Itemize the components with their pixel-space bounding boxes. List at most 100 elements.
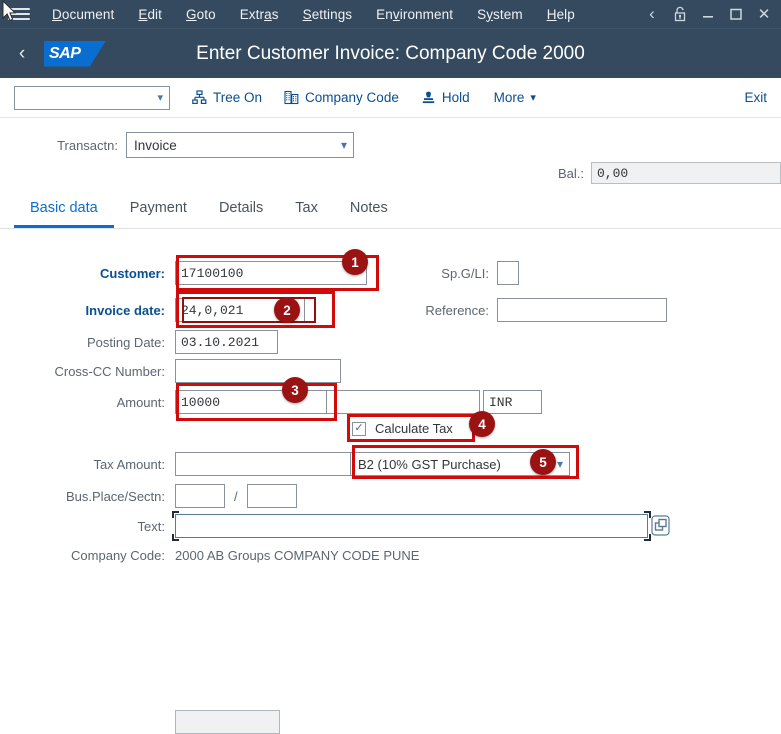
menu-item-extras[interactable]: Extras [228, 4, 291, 25]
text-label: Text: [137, 518, 165, 534]
sap-logo: SAP [44, 40, 106, 67]
posting-date-label: Posting Date: [86, 334, 165, 350]
hold-button[interactable]: Hold [421, 90, 470, 105]
text-field[interactable] [175, 514, 648, 538]
posting-date-field[interactable]: 03.10.2021 [175, 330, 278, 354]
more-label: More [493, 90, 525, 105]
tab-details[interactable]: Details [203, 196, 279, 228]
menu-bar: Document Edit Goto Extras Settings Envir… [0, 0, 781, 28]
tax-code-value: B2 (10% GST Purchase) [358, 456, 501, 472]
window-controls: ‹ ✕ [639, 0, 777, 28]
toolbar: ▾ Tree On Company Code Hold More ▾ Exit [0, 78, 781, 118]
bus-place-label: Bus.Place/Sectn: [66, 488, 165, 504]
customer-field[interactable]: 17100100 [175, 261, 367, 285]
company-code-button[interactable]: Company Code [284, 90, 399, 105]
form-content: Transactn: Invoice ▾ Bal.: 0,00 Basic da… [0, 118, 781, 734]
balance-label: Bal.: [557, 165, 584, 181]
tax-amount-label: Tax Amount: [93, 456, 165, 472]
transaction-row: Transactn: Invoice ▾ [0, 132, 354, 158]
value-help-icon[interactable] [651, 515, 670, 536]
hold-label: Hold [441, 90, 470, 105]
amount-extra-field[interactable] [327, 390, 480, 414]
toolbar-select[interactable]: ▾ [14, 85, 170, 110]
annotation-badge-1: 1 [342, 249, 368, 275]
annotation-badge-2: 2 [274, 297, 300, 323]
transaction-value: Invoice [134, 137, 177, 153]
invoice-date-row: Invoice date: 24,0,021 Reference: [0, 298, 667, 322]
sap-application-window: Document Edit Goto Extras Settings Envir… [0, 0, 781, 734]
stamp-icon [421, 90, 436, 105]
minimize-icon[interactable] [695, 1, 721, 27]
annotation-badge-4: 4 [469, 411, 495, 437]
menu-item-document[interactable]: Document [40, 4, 126, 25]
customer-row: Customer: 17100100 Sp.G/LI: [0, 261, 519, 285]
focus-corner-br [644, 534, 651, 541]
menu-item-settings[interactable]: Settings [291, 4, 365, 25]
reference-field[interactable] [497, 298, 667, 322]
balance-value: 0,00 [591, 162, 781, 184]
clipped-bottom-row [175, 710, 280, 734]
tax-amount-row: Tax Amount: B2 (10% GST Purchase) ▾ [0, 452, 570, 476]
clipped-bottom-field[interactable] [175, 710, 280, 734]
calculate-tax-row: ✓ Calculate Tax [352, 421, 453, 436]
lock-icon[interactable] [667, 1, 693, 27]
tree-on-label: Tree On [213, 90, 263, 105]
menu-items: Document Edit Goto Extras Settings Envir… [40, 4, 587, 25]
tree-on-button[interactable]: Tree On [192, 90, 262, 105]
bus-section-field[interactable] [246, 484, 297, 508]
posting-date-row: Posting Date: 03.10.2021 [0, 330, 278, 354]
back-chevron-icon[interactable]: ‹ [639, 1, 665, 27]
menu-item-help[interactable]: Help [535, 4, 587, 25]
more-button[interactable]: More ▾ [494, 90, 536, 105]
sap-logo-text: SAP [49, 44, 81, 62]
menu-item-goto[interactable]: Goto [174, 4, 228, 25]
amount-row: Amount: 10000 INR [0, 390, 542, 414]
tab-tax[interactable]: Tax [279, 196, 334, 228]
company-code-label-button: Company Code [305, 90, 399, 105]
menu-item-edit[interactable]: Edit [126, 4, 174, 25]
header-back-icon[interactable]: ‹ [0, 43, 44, 65]
checkmark-icon: ✓ [354, 422, 364, 434]
chevron-down-icon: ▾ [340, 138, 347, 152]
chevron-down-icon: ▾ [556, 457, 563, 471]
balance-row: Bal.: 0,00 [558, 162, 781, 184]
exit-button[interactable]: Exit [744, 90, 767, 105]
menu-item-environment[interactable]: Environment [364, 4, 465, 25]
tax-amount-field[interactable] [175, 452, 351, 476]
bus-place-separator: / [234, 488, 238, 504]
transaction-select[interactable]: Invoice ▾ [126, 132, 354, 158]
customer-label: Customer: [99, 265, 165, 281]
currency-field[interactable]: INR [483, 390, 542, 414]
hamburger-menu-icon[interactable] [8, 6, 30, 22]
bus-place-row: Bus.Place/Sectn: / [0, 484, 297, 508]
focus-corner-tr [644, 511, 651, 518]
tab-basic-data[interactable]: Basic data [14, 196, 114, 228]
reference-label: Reference: [425, 302, 489, 318]
company-code-row: Company Code: 2000 AB Groups COMPANY COD… [0, 548, 419, 563]
calculate-tax-checkbox[interactable]: ✓ [352, 421, 366, 436]
spgl-field[interactable] [497, 261, 519, 285]
tree-icon [192, 90, 207, 105]
menu-item-system[interactable]: System [465, 4, 535, 25]
tab-payment[interactable]: Payment [114, 196, 203, 228]
building-icon [284, 90, 299, 105]
invoice-date-label: Invoice date: [85, 302, 165, 318]
cross-cc-label: Cross-CC Number: [54, 363, 165, 379]
text-row: Text: [0, 511, 670, 541]
page-title: Enter Customer Invoice: Company Code 200… [196, 42, 585, 64]
amount-label: Amount: [116, 394, 165, 410]
annotation-badge-3: 3 [282, 377, 308, 403]
focus-corner-bl [172, 534, 179, 541]
cross-cc-field[interactable] [175, 359, 341, 383]
bus-place-field[interactable] [175, 484, 225, 508]
spgl-label: Sp.G/LI: [441, 265, 489, 281]
shell-header: ‹ SAP Enter Customer Invoice: Company Co… [0, 28, 781, 78]
annotation-badge-5: 5 [530, 449, 556, 475]
maximize-icon[interactable] [723, 1, 749, 27]
chevron-down-icon: ▾ [157, 92, 163, 104]
company-code-label: Company Code: [71, 548, 165, 563]
close-icon[interactable]: ✕ [751, 1, 777, 27]
transaction-label: Transactn: [57, 137, 118, 153]
tab-bar: Basic data Payment Details Tax Notes [0, 196, 781, 229]
tab-notes[interactable]: Notes [334, 196, 404, 228]
